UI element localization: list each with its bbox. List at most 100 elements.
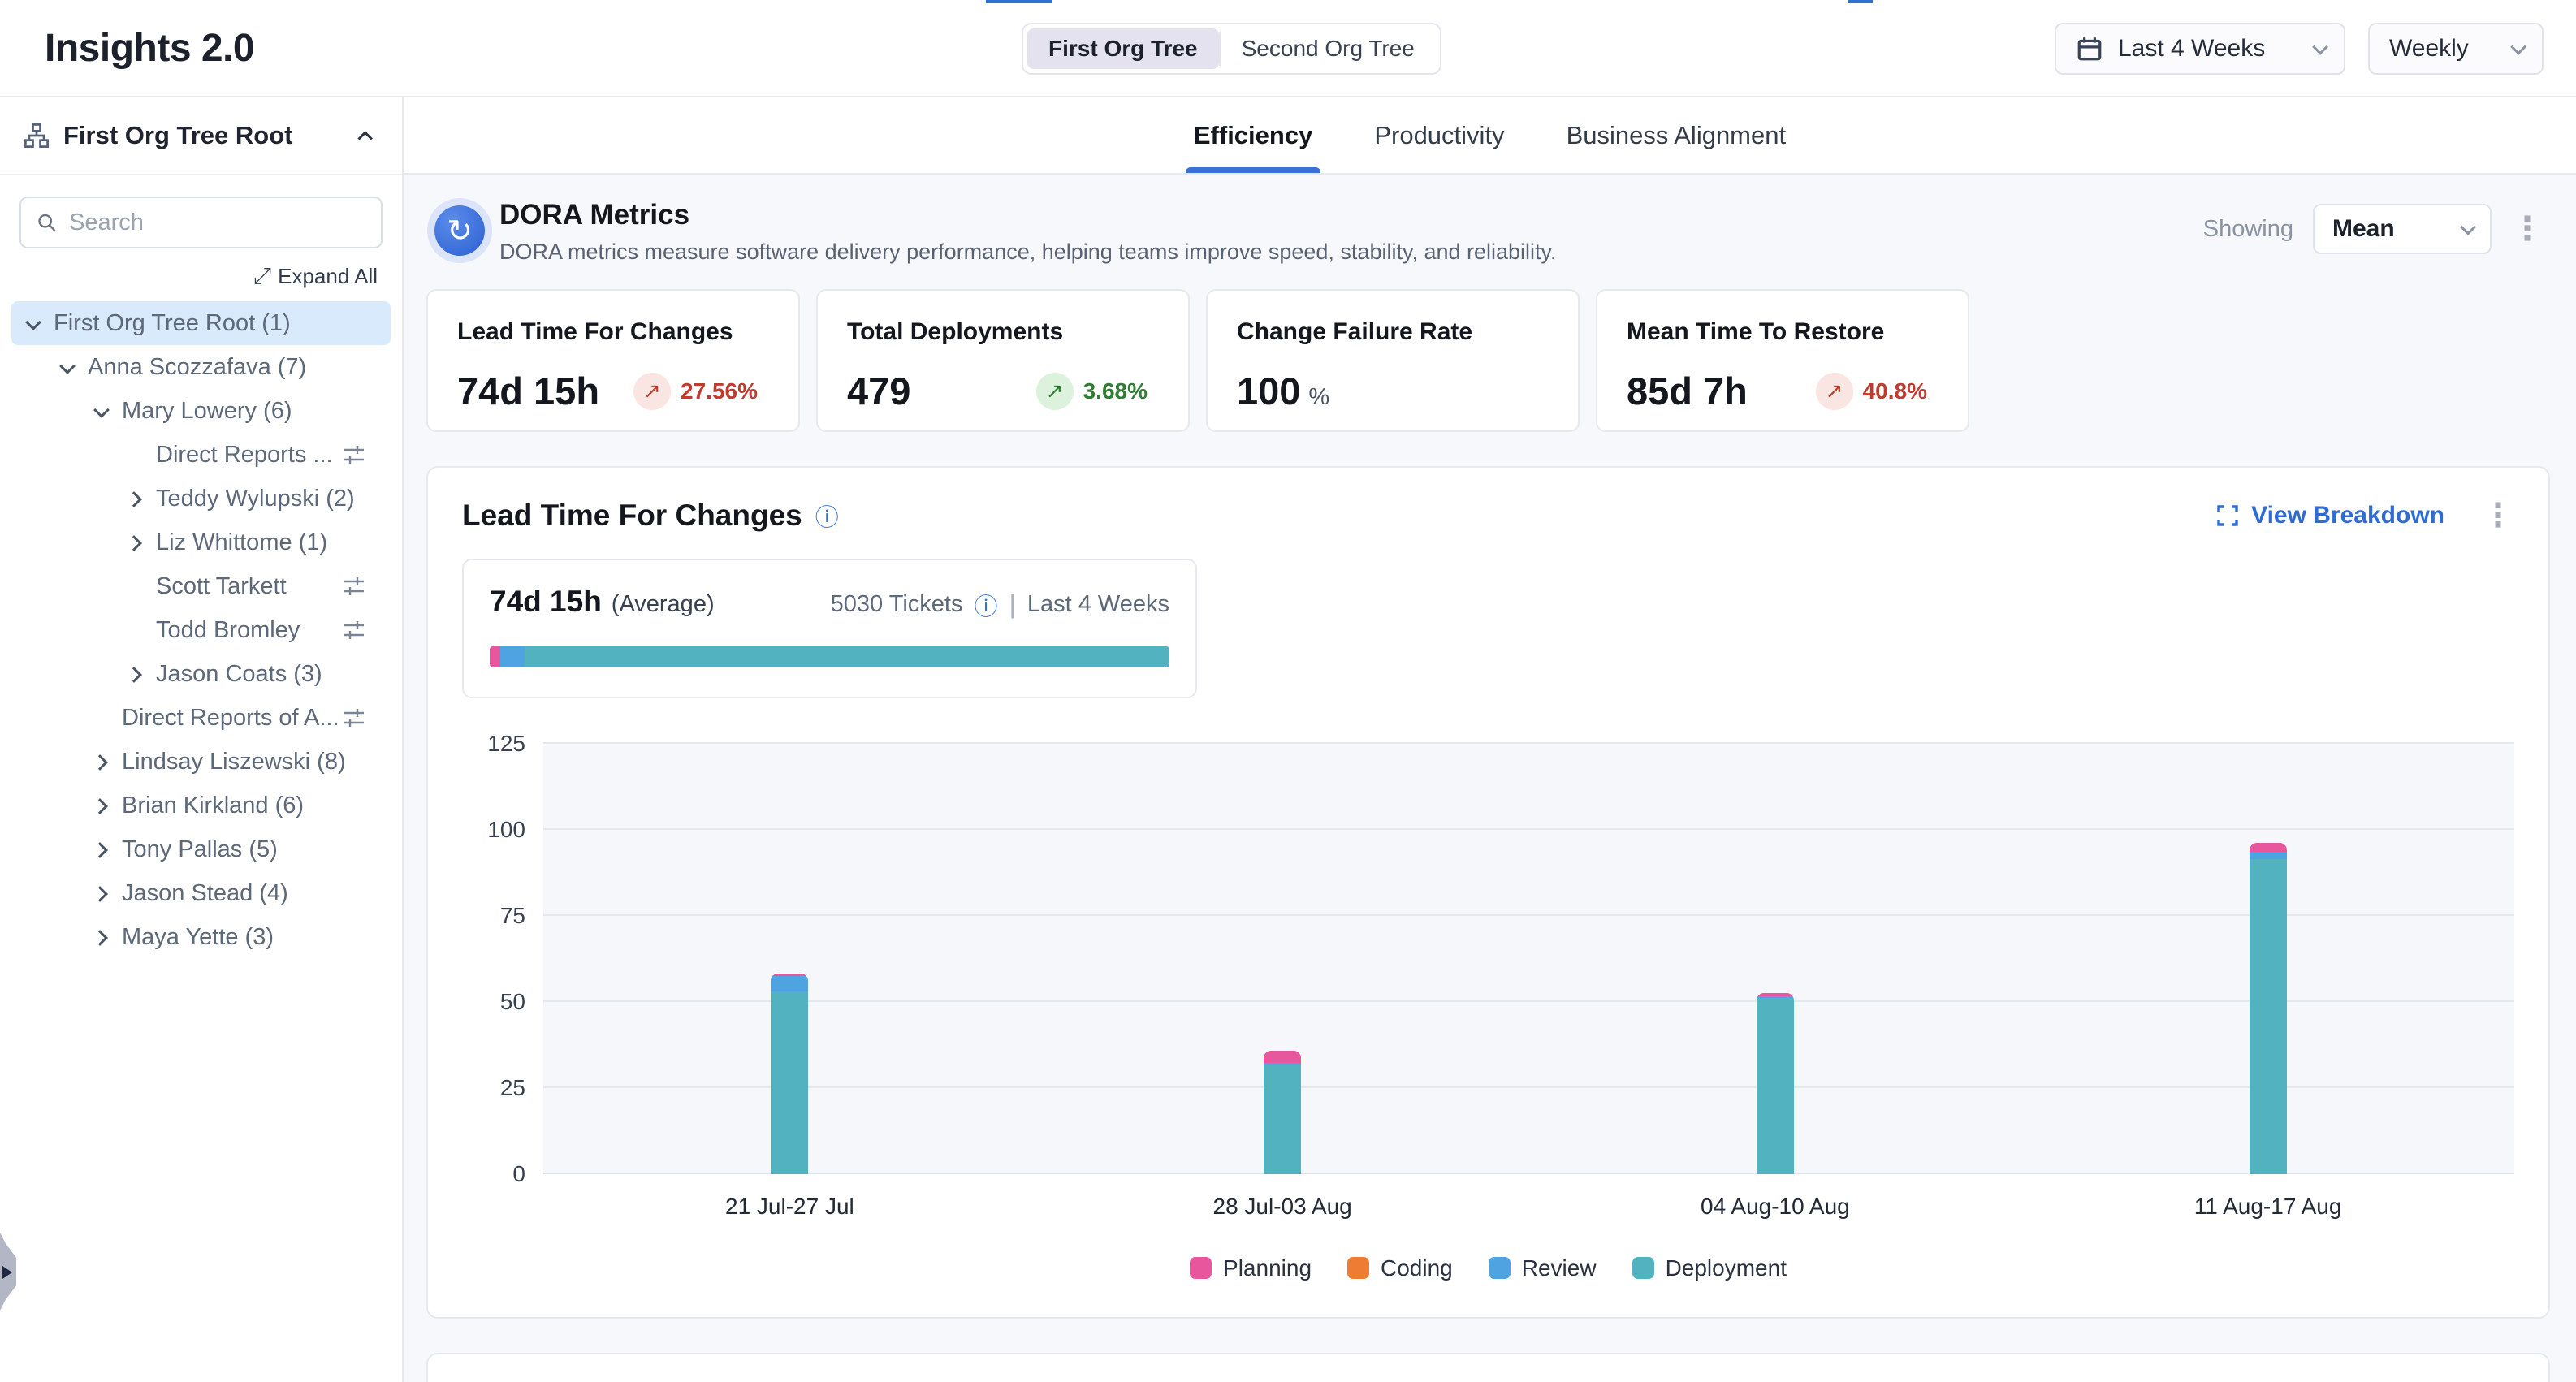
- chart-legend: Planning Coding Review Deployment: [462, 1255, 2514, 1286]
- chevron-placeholder: [93, 709, 110, 727]
- chevron-right-icon[interactable]: [93, 753, 110, 771]
- collapse-sidebar-icon[interactable]: [357, 131, 372, 145]
- metric-card-total-deployments: Total Deployments 479 ↗ 3.68%: [816, 289, 1190, 432]
- trend-up-icon: ↗: [633, 373, 671, 410]
- tree-item[interactable]: Maya Yette (3): [11, 915, 391, 959]
- org-toggle-second[interactable]: Second Org Tree: [1221, 28, 1436, 69]
- chevron-down-icon: [2510, 39, 2526, 55]
- tree-item-label: Brian Kirkland (6): [122, 792, 304, 819]
- bar-segment-deployment: [1264, 1065, 1301, 1174]
- info-icon[interactable]: ⓘ: [815, 499, 839, 533]
- gridline: [543, 914, 2514, 916]
- tab-business-alignment[interactable]: Business Alignment: [1567, 97, 1787, 173]
- metric-cards: Lead Time For Changes 74d 15h ↗ 27.56% T…: [426, 289, 2550, 432]
- chevron-down-icon[interactable]: [58, 358, 76, 376]
- kebab-menu-icon[interactable]: ⋮: [2511, 219, 2544, 239]
- gridline: [543, 1000, 2514, 1002]
- tree-item[interactable]: Direct Reports of A...: [11, 696, 391, 740]
- bar-segment-deployment: [1757, 998, 1794, 1173]
- info-icon[interactable]: ⓘ: [975, 588, 998, 622]
- chevron-right-icon[interactable]: [127, 490, 145, 507]
- kebab-menu-icon[interactable]: ⋮: [2482, 506, 2514, 525]
- tree-item[interactable]: Tony Pallas (5): [11, 827, 391, 871]
- chevron-right-icon[interactable]: [93, 797, 110, 814]
- filter-adjust-icon[interactable]: [342, 443, 366, 467]
- summary-period: Last 4 Weeks: [1027, 591, 1169, 618]
- gridline: [543, 828, 2514, 830]
- tree-item[interactable]: Liz Whittome (1): [11, 520, 391, 564]
- y-axis-labels: 0255075100125: [462, 744, 543, 1174]
- chevron-placeholder: [127, 446, 145, 464]
- tree-item[interactable]: First Org Tree Root (1): [11, 301, 391, 345]
- legend-label: Coding: [1381, 1255, 1453, 1281]
- x-tick-label: 21 Jul-27 Jul: [725, 1194, 854, 1220]
- bar-11 Aug-17 Aug[interactable]: [2250, 843, 2287, 1174]
- org-tree-toggle: First Org Tree Second Org Tree: [1022, 23, 1441, 75]
- bar-21 Jul-27 Jul[interactable]: [771, 974, 808, 1174]
- metric-card-lead-time: Lead Time For Changes 74d 15h ↗ 27.56%: [426, 289, 800, 432]
- tree-item-label: Maya Yette (3): [122, 924, 274, 951]
- tree-item[interactable]: Teddy Wylupski (2): [11, 477, 391, 520]
- phase-distribution-bar: [490, 646, 1169, 667]
- filter-adjust-icon[interactable]: [342, 574, 366, 598]
- lead-time-chart: 0255075100125 21 Jul-27 Jul28 Jul-03 Aug…: [462, 744, 2514, 1286]
- main-tabs: Efficiency Productivity Business Alignme…: [404, 97, 2576, 175]
- legend-item-review[interactable]: Review: [1489, 1255, 1597, 1281]
- clipped-top-artifact: [986, 0, 1052, 3]
- expand-all-button[interactable]: ⤢ Expand All: [0, 263, 378, 290]
- tree-item-label: Tony Pallas (5): [122, 836, 278, 863]
- bar-04 Aug-10 Aug[interactable]: [1757, 993, 1794, 1174]
- tree-item[interactable]: Mary Lowery (6): [11, 389, 391, 433]
- chevron-down-icon: [2460, 219, 2476, 235]
- chevron-down-icon[interactable]: [93, 402, 110, 420]
- app-title: Insights 2.0: [45, 26, 254, 71]
- legend-item-coding[interactable]: Coding: [1347, 1255, 1453, 1281]
- y-tick-label: 0: [512, 1161, 525, 1187]
- tree-item-label: Scott Tarkett: [156, 573, 287, 600]
- gridline: [543, 1086, 2514, 1088]
- legend-swatch: [1190, 1257, 1212, 1279]
- tree-item-label: Teddy Wylupski (2): [156, 486, 355, 512]
- tree-item[interactable]: Jason Stead (4): [11, 871, 391, 915]
- tab-productivity[interactable]: Productivity: [1374, 97, 1504, 173]
- tree-item[interactable]: Scott Tarkett: [11, 564, 391, 608]
- app-header: Insights 2.0 First Org Tree Second Org T…: [0, 0, 2576, 96]
- tree-item[interactable]: Lindsay Liszewski (8): [11, 740, 391, 784]
- chevron-right-icon[interactable]: [93, 884, 110, 902]
- chevron-down-icon[interactable]: [24, 314, 42, 332]
- tree-item-label: Liz Whittome (1): [156, 529, 327, 556]
- tab-efficiency[interactable]: Efficiency: [1194, 97, 1312, 173]
- chevron-right-icon[interactable]: [127, 533, 145, 551]
- chevron-right-icon[interactable]: [127, 665, 145, 683]
- bar-28 Jul-03 Aug[interactable]: [1264, 1051, 1301, 1173]
- delta-badge: ↗ 3.68%: [1036, 373, 1148, 410]
- tree-item-label: Mary Lowery (6): [122, 398, 292, 425]
- phase-segment-deployment: [525, 646, 1169, 667]
- legend-item-planning[interactable]: Planning: [1190, 1255, 1312, 1281]
- aggregation-select[interactable]: Mean: [2313, 204, 2492, 254]
- legend-item-deployment[interactable]: Deployment: [1632, 1255, 1787, 1281]
- legend-swatch: [1632, 1257, 1654, 1279]
- chevron-right-icon[interactable]: [93, 840, 110, 858]
- org-toggle-first[interactable]: First Org Tree: [1027, 28, 1219, 69]
- delta-badge: ↗ 40.8%: [1816, 373, 1927, 410]
- chevron-right-icon[interactable]: [93, 928, 110, 946]
- lead-time-summary-card: 74d 15h (Average) 5030 Tickets ⓘ | Last …: [462, 559, 1197, 698]
- chart-plot-area: [543, 744, 2514, 1174]
- view-breakdown-button[interactable]: View Breakdown: [2215, 502, 2444, 529]
- filter-adjust-icon[interactable]: [342, 618, 366, 642]
- granularity-select[interactable]: Weekly: [2368, 23, 2544, 75]
- bar-segment-deployment: [2250, 859, 2287, 1174]
- filter-adjust-icon[interactable]: [342, 706, 366, 730]
- search-input[interactable]: [69, 209, 366, 236]
- tree-item-label: Jason Coats (3): [156, 661, 322, 688]
- org-tree-icon: [23, 122, 50, 149]
- tree-item[interactable]: Jason Coats (3): [11, 652, 391, 696]
- date-range-select[interactable]: Last 4 Weeks: [2055, 23, 2345, 75]
- org-tree-sidebar: First Org Tree Root ⤢ Expand All First O…: [0, 97, 404, 1382]
- tree-item[interactable]: Anna Scozzafava (7): [11, 345, 391, 389]
- clipped-top-artifact: [1848, 0, 1873, 3]
- tree-item[interactable]: Brian Kirkland (6): [11, 784, 391, 827]
- tree-item[interactable]: Todd Bromley: [11, 608, 391, 652]
- tree-item[interactable]: Direct Reports ...: [11, 433, 391, 477]
